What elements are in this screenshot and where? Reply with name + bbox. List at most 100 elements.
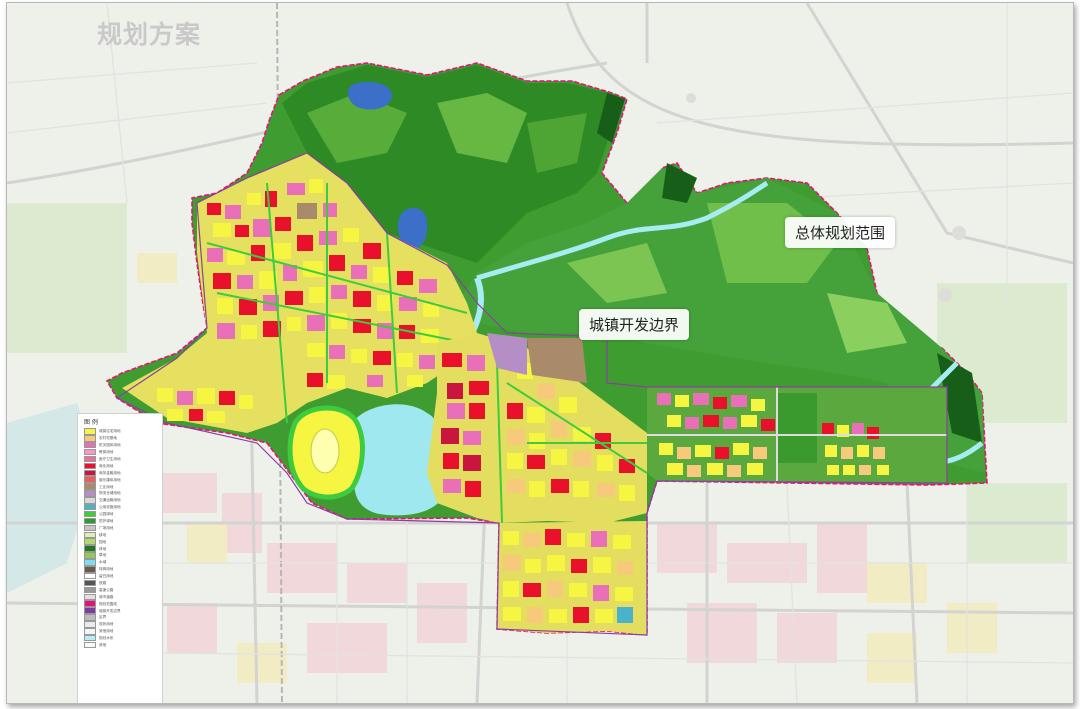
legend-item-label: 现状用地 <box>99 621 114 627</box>
legend-item-label: 娱乐康体用地 <box>99 476 121 482</box>
legend-item: 留白用地 <box>78 572 162 580</box>
legend-item-label: 特殊用地 <box>99 566 114 572</box>
legend-swatch <box>84 552 96 559</box>
legend-swatch <box>84 614 96 621</box>
legend-swatch <box>84 579 96 587</box>
legend-swatch <box>84 503 96 511</box>
legend-swatch <box>84 476 96 483</box>
legend-swatch <box>84 634 96 642</box>
legend-item: 商业用地 <box>78 462 162 470</box>
legend-item-label: 商业用地 <box>99 463 114 468</box>
legend-item: 草地 <box>78 552 162 559</box>
legend-item: 规划范围线 <box>78 600 162 607</box>
map-frame: 规划方案 总体规划范围 城镇开发边界 图 例 城镇住宅用地 农村宅基地 机关团体用地… <box>6 2 1074 704</box>
legend-swatch <box>84 497 96 504</box>
legend-item-label: 机关团体用地 <box>99 442 121 448</box>
legend-item: 其他用地 <box>78 628 162 635</box>
legend-item-label: 工业用地 <box>99 483 114 489</box>
legend-item-label: 园地 <box>99 538 107 544</box>
legend-item: 广场用地 <box>78 524 162 532</box>
legend-item: 娱乐康体用地 <box>78 476 162 483</box>
legend-item: 区界 <box>78 614 162 621</box>
legend-item: 公用设施用地 <box>78 503 162 511</box>
legend-item-label: 水域 <box>99 559 107 565</box>
land-use-map <box>7 3 1073 703</box>
legend-item-label: 医疗卫生用地 <box>99 456 121 461</box>
master-plan-label: 总体规划范围 <box>785 217 896 248</box>
legend-item-label: 城镇住宅用地 <box>99 428 121 434</box>
legend-item-label: 物流仓储用地 <box>99 490 121 496</box>
legend-item: 工业用地 <box>78 483 162 490</box>
legend-swatch <box>84 566 96 573</box>
legend-item: 其他 <box>78 641 162 649</box>
legend-item: 教育用地 <box>78 448 162 456</box>
legend-item-label: 铁路 <box>99 580 107 585</box>
legend-item: 防护绿地 <box>78 517 162 525</box>
legend-item-label: 城市道路 <box>99 594 114 599</box>
legend-swatch <box>84 510 96 518</box>
legend-items: 城镇住宅用地 农村宅基地 机关团体用地 教育用地医疗卫生用地 商业用地商务金融用地 娱乐康… <box>78 428 162 649</box>
legend-swatch <box>84 607 96 614</box>
legend-swatch <box>84 435 96 442</box>
legend-item-label: 教育用地 <box>99 449 114 454</box>
legend-item-label: 高速公路 <box>99 587 114 592</box>
legend-item-label: 草地 <box>99 552 107 558</box>
legend-item-label: 林地 <box>99 545 107 551</box>
legend-item: 林地 <box>78 545 162 552</box>
legend-swatch <box>84 448 96 456</box>
legend-item: 公园绿地 <box>78 510 162 518</box>
legend-item: 城市道路 <box>78 593 162 601</box>
legend-item-label: 其他 <box>99 642 107 647</box>
legend-swatch <box>84 628 96 635</box>
legend-item-label: 商务金融用地 <box>99 470 121 475</box>
legend-item: 园地 <box>78 538 162 545</box>
legend-swatch <box>84 600 96 607</box>
legend-item: 耕地 <box>78 531 162 539</box>
legend-swatch <box>84 545 96 552</box>
development-boundary-label: 城镇开发边界 <box>579 309 690 340</box>
legend-swatch <box>84 572 96 580</box>
legend-item-label: 公用设施用地 <box>99 504 121 510</box>
legend: 图 例 城镇住宅用地 农村宅基地 机关团体用地 教育用地医疗卫生用地 商业用地商务金融用… <box>77 413 163 703</box>
legend-heading: 图 例 <box>84 419 98 426</box>
legend-swatch <box>84 621 96 628</box>
legend-swatch <box>84 586 96 594</box>
legend-item-label: 交通运输用地 <box>99 497 121 503</box>
legend-swatch <box>84 593 96 601</box>
legend-item: 城镇开发边界 <box>78 607 162 614</box>
legend-item: 特殊用地 <box>78 566 162 573</box>
legend-swatch <box>84 490 96 497</box>
legend-item: 水域 <box>78 559 162 566</box>
legend-item-label: 区界 <box>99 614 107 620</box>
legend-item-label: 公园绿地 <box>99 511 114 516</box>
legend-swatch <box>84 483 96 490</box>
legend-item-label: 其他用地 <box>99 628 114 634</box>
legend-swatch <box>84 462 96 470</box>
legend-swatch <box>84 428 96 435</box>
legend-item: 农村宅基地 <box>78 435 162 442</box>
legend-item-label: 规划范围线 <box>99 601 117 606</box>
legend-item: 商务金融用地 <box>78 469 162 477</box>
legend-item: 机关团体用地 <box>78 441 162 449</box>
legend-item-label: 城镇开发边界 <box>99 607 121 613</box>
legend-item: 规划水系 <box>78 634 162 642</box>
legend-swatch <box>84 517 96 525</box>
legend-swatch <box>84 469 96 477</box>
legend-item-label: 农村宅基地 <box>99 435 117 441</box>
legend-swatch <box>84 641 96 649</box>
legend-swatch <box>84 538 96 545</box>
map-title: 规划方案 <box>97 20 202 49</box>
legend-swatch <box>84 531 96 539</box>
legend-item-label: 规划水系 <box>99 635 114 640</box>
legend-item: 高速公路 <box>78 586 162 594</box>
legend-swatch <box>84 524 96 532</box>
legend-item: 铁路 <box>78 579 162 587</box>
legend-swatch <box>84 441 96 449</box>
legend-item: 城镇住宅用地 <box>78 428 162 435</box>
legend-item: 医疗卫生用地 <box>78 455 162 463</box>
legend-swatch <box>84 559 96 566</box>
legend-item: 物流仓储用地 <box>78 490 162 497</box>
legend-item-label: 留白用地 <box>99 573 114 578</box>
legend-item-label: 耕地 <box>99 532 107 537</box>
legend-item-label: 广场用地 <box>99 525 114 530</box>
